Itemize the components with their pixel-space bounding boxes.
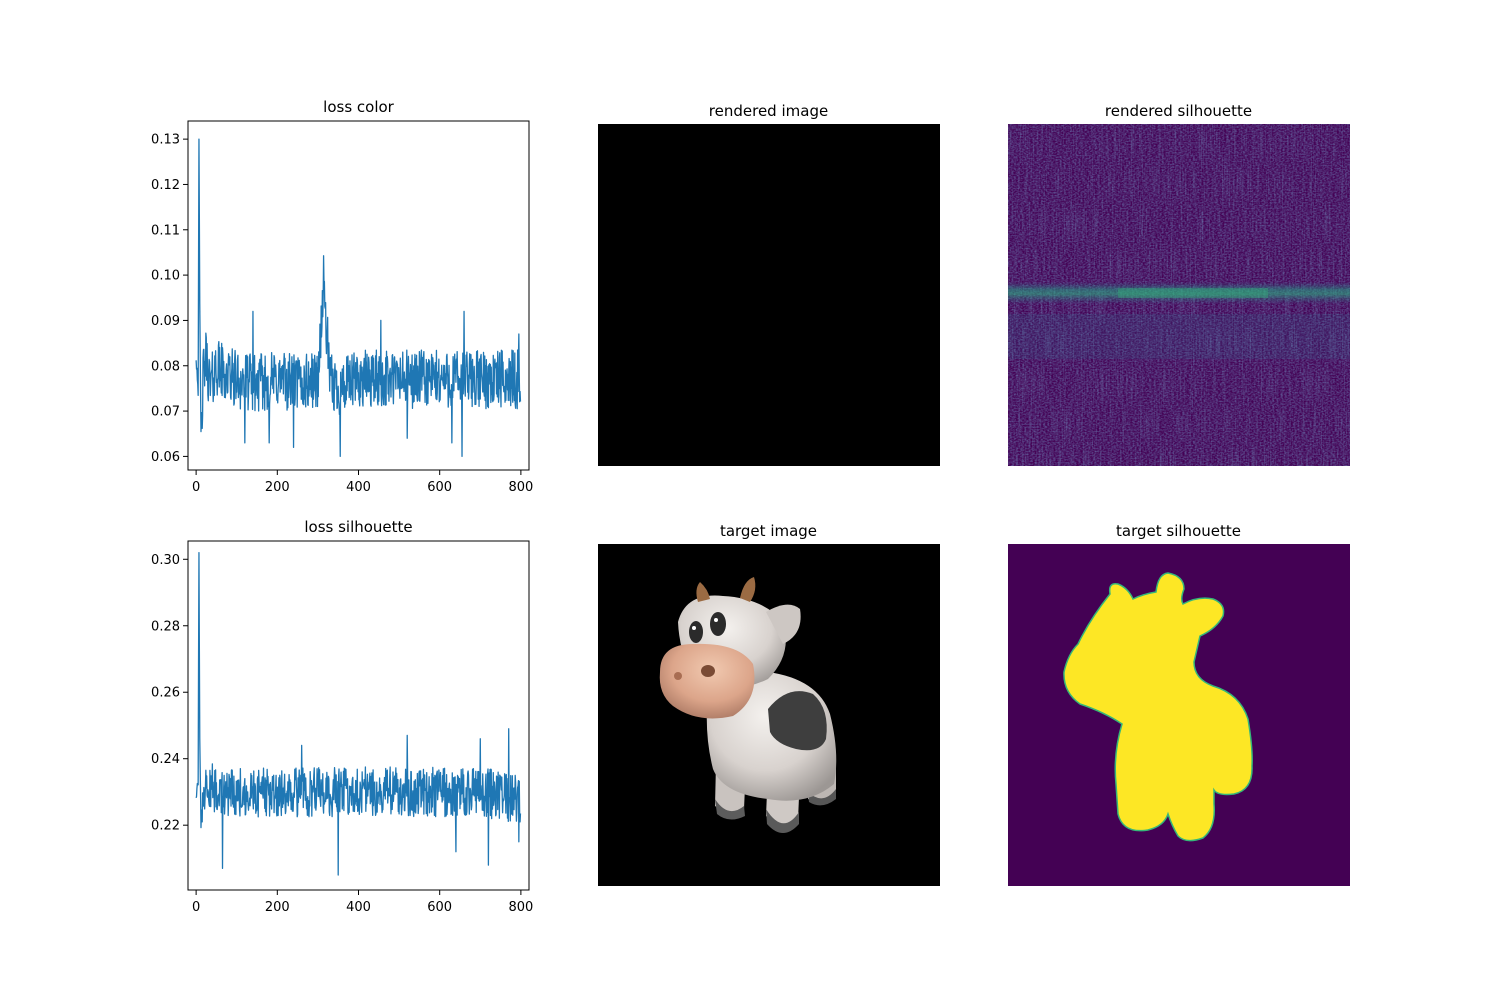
target-silhouette-image [1008,544,1350,886]
loss-color-x-tick-label: 800 [508,480,533,495]
loss-silhouette-x-tick-label: 600 [427,900,452,915]
loss-color-y-tick-label: 0.08 [151,359,180,374]
loss-color-x-tick-label: 200 [265,480,290,495]
rendered-image [598,124,940,466]
loss-color-y-tick-label: 0.12 [151,178,180,193]
loss-color-y-tick-label: 0.11 [151,223,180,238]
loss-color-x-tick-label: 400 [346,480,371,495]
loss-color-x-ticks: 0 200 400 600 800 [192,470,533,495]
loss-color-chart: loss color 0 200 400 600 800 0.060.070.080.0… [151,98,533,495]
loss-silhouette-y-tick-label: 0.22 [151,819,180,834]
loss-silhouette-y-tick-label: 0.30 [151,553,180,568]
loss-color-x-tick-label: 0 [192,480,200,495]
loss-silhouette-y-tick-label: 0.24 [151,752,180,767]
rendered-silhouette-title: rendered silhouette [1105,102,1252,120]
loss-color-y-tick-label: 0.10 [151,269,180,284]
rendered-image-title: rendered image [709,102,828,120]
loss-silhouette-x-tick-label: 0 [192,900,200,915]
target-image-title: target image [720,522,817,540]
target-image [598,544,940,886]
loss-color-y-tick-label: 0.07 [151,405,180,420]
rendered-silhouette-image [1008,124,1350,466]
loss-color-plot-area [187,120,530,471]
loss-silhouette-x-tick-label: 200 [265,900,290,915]
loss-silhouette-y-tick-label: 0.28 [151,619,180,634]
loss-silhouette-y-ticks: 0.22 0.24 0.26 0.28 0.30 [151,553,188,834]
loss-silhouette-chart: loss silhouette 0 200 400 600 800 0.220.240.… [151,518,533,915]
loss-silhouette-title: loss silhouette [304,518,412,536]
loss-silhouette-x-tick-label: 400 [346,900,371,915]
loss-color-title: loss color [323,98,395,116]
target-silhouette-title: target silhouette [1116,522,1241,540]
loss-color-x-tick-label: 600 [427,480,452,495]
loss-silhouette-plot-area [187,540,530,891]
loss-color-y-ticks: 0.06 0.07 0.08 0.09 0.10 0.11 0.12 0.13 [151,133,188,465]
target-silhouette-panel: target silhouette [1008,522,1350,886]
loss-silhouette-x-tick-label: 800 [508,900,533,915]
loss-color-y-tick-label: 0.13 [151,133,180,148]
figure: loss color 0 200 400 600 800 0.060.070.080.0… [151,98,1350,915]
rendered-silhouette-panel: rendered silhouette [1008,102,1350,466]
target-image-panel: target image [598,522,940,886]
loss-silhouette-y-tick-label: 0.26 [151,686,180,701]
loss-color-y-tick-label: 0.09 [151,314,180,329]
loss-color-y-tick-label: 0.06 [151,450,180,465]
rendered-image-panel: rendered image [598,102,940,466]
loss-silhouette-x-ticks: 0 200 400 600 800 [192,890,533,915]
